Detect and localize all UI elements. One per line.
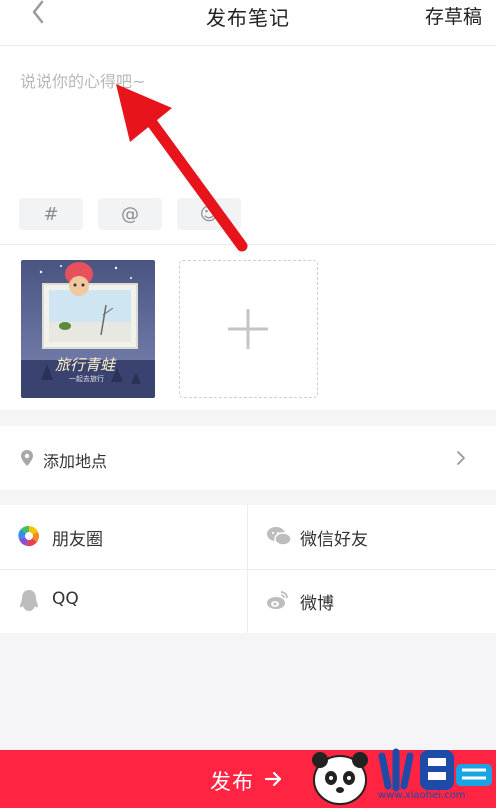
image-thumbnail[interactable]: 旅行青蛙 一起去旅行 xyxy=(21,260,155,398)
add-location-label: 添加地点 xyxy=(43,452,108,471)
share-moments-label: 朋友圈 xyxy=(52,530,103,550)
save-draft-button[interactable]: 存草稿 xyxy=(425,2,482,29)
chevron-right-icon xyxy=(457,451,465,465)
top-bar: 发布笔记 存草稿 xyxy=(0,0,496,46)
share-wechat-label: 微信好友 xyxy=(300,530,368,550)
share-wechat-option[interactable]: 微信好友 xyxy=(248,505,496,569)
hashtag-button[interactable]: # xyxy=(19,198,83,230)
wechat-moments-icon xyxy=(18,525,39,547)
note-text-input[interactable] xyxy=(20,68,460,168)
page-title: 发布笔记 xyxy=(206,6,290,30)
wechat-icon xyxy=(267,527,292,546)
emoji-icon: ☺ xyxy=(199,203,219,225)
location-pin-icon xyxy=(21,450,33,466)
media-section: 旅行青蛙 一起去旅行 xyxy=(0,244,496,410)
thumbnail-subcaption: 一起去旅行 xyxy=(69,375,104,383)
watermark-url: www.xiaohei.com xyxy=(378,790,466,801)
share-weibo-label: 微博 xyxy=(300,594,334,614)
share-moments-option[interactable]: 朋友圈 xyxy=(0,505,248,569)
share-qq-option[interactable]: QQ xyxy=(0,569,248,633)
share-grid: 朋友圈 微信好友 QQ 微博 xyxy=(0,505,496,633)
emoji-button[interactable]: ☺ xyxy=(177,198,241,230)
thumbnail-caption: 旅行青蛙 xyxy=(55,356,116,374)
add-location-row[interactable]: 添加地点 xyxy=(0,426,496,490)
add-image-button[interactable] xyxy=(179,260,318,398)
qq-icon xyxy=(20,590,38,611)
hashtag-icon: # xyxy=(43,203,59,225)
divider xyxy=(0,569,496,570)
publish-label: 发布 xyxy=(210,770,254,794)
share-weibo-option[interactable]: 微博 xyxy=(248,569,496,633)
mention-button[interactable]: @ xyxy=(98,198,162,230)
weibo-icon xyxy=(267,591,288,609)
plus-icon xyxy=(228,309,268,349)
compose-area: # @ ☺ xyxy=(0,46,496,244)
share-qq-label: QQ xyxy=(52,589,79,609)
at-icon: @ xyxy=(121,203,139,225)
arrow-right-icon xyxy=(264,771,282,787)
